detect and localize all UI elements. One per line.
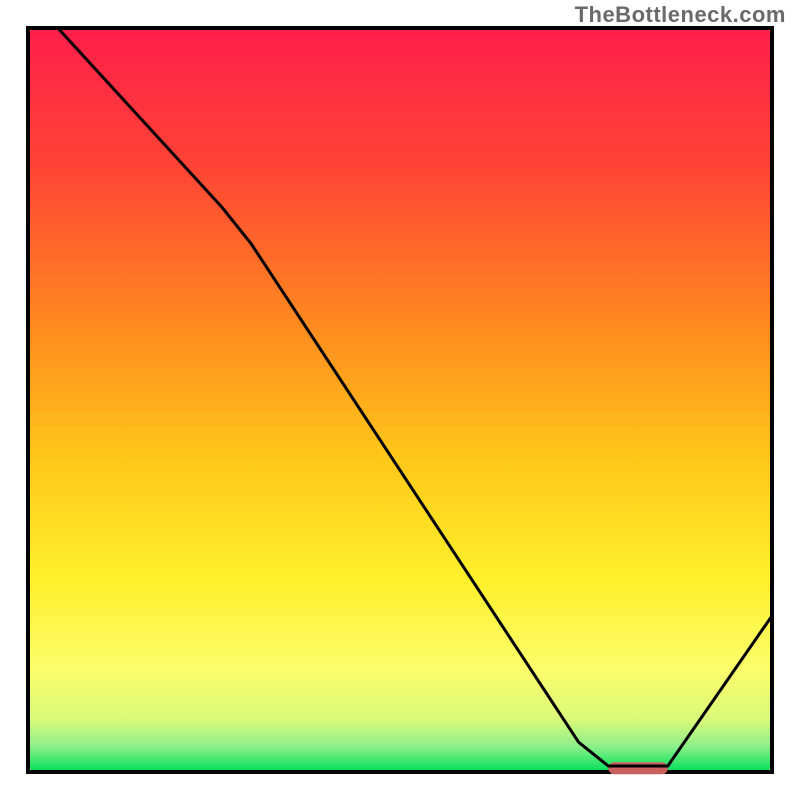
optimal-range-marker bbox=[608, 762, 668, 774]
bottleneck-curve-chart bbox=[0, 0, 800, 800]
watermark-text: TheBottleneck.com bbox=[575, 2, 786, 28]
gradient-background bbox=[28, 28, 772, 772]
chart-container: TheBottleneck.com bbox=[0, 0, 800, 800]
